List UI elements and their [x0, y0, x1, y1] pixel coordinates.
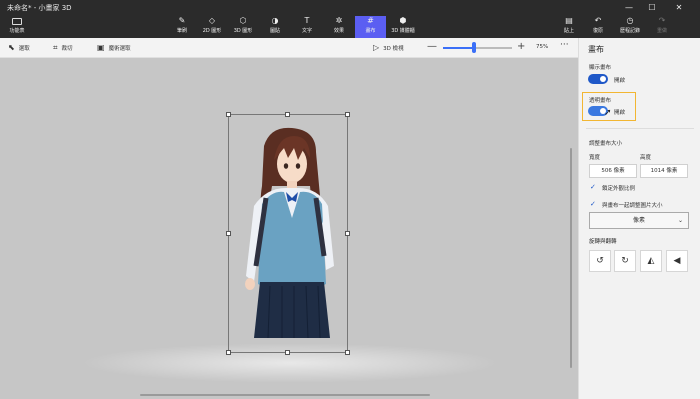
tool-3d-shapes[interactable]: ⬡ 3D 圖形 [229, 16, 257, 38]
divider [586, 128, 694, 129]
magic-select-button[interactable]: ▣ 魔術選取 [97, 43, 131, 52]
unit-select[interactable]: 像素 ⌄ [589, 212, 689, 229]
mouse-cursor-icon: ➚ [604, 108, 612, 118]
sticker-icon: ◑ [271, 16, 279, 25]
height-input[interactable]: 1014 像素 [640, 164, 688, 178]
rotate-right-icon: ↻ [621, 256, 629, 266]
resize-handle-bottom-left[interactable] [226, 350, 231, 355]
resize-handle-right[interactable] [345, 231, 350, 236]
width-label: 寬度 [589, 155, 601, 161]
selection-box[interactable] [228, 114, 348, 353]
resize-handle-bottom[interactable] [285, 350, 290, 355]
redo-icon: ↷ [658, 16, 666, 25]
flip-vertical-button[interactable]: ◀ [666, 250, 688, 272]
lock-aspect-label: 鎖定外觀比例 [602, 186, 636, 192]
zoom-percent: 75% [536, 44, 549, 50]
rotate-left-icon: ↺ [596, 256, 604, 266]
undo-icon: ↶ [594, 16, 602, 25]
chevron-down-icon: ⌄ [677, 217, 683, 224]
maximize-button[interactable]: ☐ [641, 0, 663, 14]
folder-icon [12, 18, 22, 25]
rotate-left-button[interactable]: ↺ [589, 250, 611, 272]
zoom-out-button[interactable]: — [427, 41, 437, 52]
view-3d-button[interactable]: ▷ 3D 檢視 [373, 43, 404, 52]
text-icon: T [304, 16, 310, 25]
height-label: 高度 [640, 155, 652, 161]
show-canvas-toggle[interactable] [588, 74, 608, 84]
tool-3d-library[interactable]: ⬢ 3D 媒體櫃 [386, 16, 420, 38]
transparent-canvas-state: 開啟 [614, 110, 626, 116]
close-button[interactable]: ✕ [668, 0, 690, 14]
more-options-button[interactable]: ··· [560, 40, 569, 50]
horizontal-scrollbar[interactable] [140, 394, 430, 396]
canvas-toolbar: ⬉ 選取 ⌗ 裁切 ▣ 魔術選取 ▷ 3D 檢視 — + 75% ··· [0, 38, 578, 58]
shapes-3d-icon: ⬡ [239, 16, 247, 25]
crop-icon: ⌗ [53, 43, 58, 52]
lock-aspect-checkbox[interactable]: ✓ [590, 184, 596, 191]
tool-brushes[interactable]: ✎ 筆刷 [168, 16, 196, 38]
menu-button[interactable]: 功能表 [5, 18, 29, 34]
effects-icon: ✲ [335, 16, 343, 25]
resize-handle-top-left[interactable] [226, 112, 231, 117]
vertical-scrollbar[interactable] [570, 148, 572, 368]
zoom-slider-thumb[interactable] [472, 42, 476, 53]
resize-image-label: 與畫布一起調整圖片大小 [602, 203, 663, 209]
library-3d-icon: ⬢ [399, 16, 407, 25]
history-icon: ◷ [626, 16, 634, 25]
flip-horizontal-button[interactable]: ◭ [640, 250, 662, 272]
brush-icon: ✎ [178, 16, 186, 25]
canvas-icon: # [367, 16, 374, 25]
minimize-button[interactable]: — [618, 0, 640, 14]
magic-select-icon: ▣ [97, 43, 105, 52]
window-title: 未命名* - 小畫家 3D [7, 4, 72, 12]
resize-canvas-label: 調整畫布大小 [589, 141, 623, 147]
paste-button[interactable]: ▤ 貼上 [555, 16, 583, 38]
tool-effects[interactable]: ✲ 效果 [325, 16, 353, 38]
redo-button[interactable]: ↷ 重做 [648, 16, 676, 38]
tool-canvas[interactable]: # 畫布 [355, 16, 386, 38]
flip-vertical-icon: ◀ [673, 256, 681, 266]
zoom-slider-fill [443, 47, 474, 49]
tool-stickers[interactable]: ◑ 圖貼 [261, 16, 289, 38]
tool-text[interactable]: T 文字 [293, 16, 321, 38]
undo-button[interactable]: ↶ 復原 [584, 16, 612, 38]
cursor-icon: ⬉ [8, 43, 15, 52]
select-button[interactable]: ⬉ 選取 [8, 43, 30, 52]
history-button[interactable]: ◷ 歷程記錄 [614, 16, 646, 38]
view-3d-icon: ▷ [373, 43, 380, 52]
resize-handle-top[interactable] [285, 112, 290, 117]
resize-handle-left[interactable] [226, 231, 231, 236]
flip-horizontal-icon: ◭ [647, 256, 655, 266]
shapes-2d-icon: ◇ [208, 16, 216, 25]
show-canvas-label: 顯示畫布 [589, 65, 612, 71]
title-bar: 未命名* - 小畫家 3D — ☐ ✕ 功能表 ✎ 筆刷 ◇ 2D 圖形 ⬡ 3… [0, 0, 700, 38]
tool-2d-shapes[interactable]: ◇ 2D 圖形 [198, 16, 226, 38]
crop-button[interactable]: ⌗ 裁切 [53, 43, 73, 53]
width-input[interactable]: 506 像素 [589, 164, 637, 178]
rotate-right-button[interactable]: ↻ [614, 250, 636, 272]
transparent-canvas-label: 透明畫布 [589, 98, 612, 104]
rotate-flip-label: 旋轉與翻轉 [589, 239, 617, 245]
resize-image-checkbox[interactable]: ✓ [590, 201, 596, 208]
show-canvas-state: 開啟 [614, 78, 626, 84]
canvas-area[interactable] [0, 58, 578, 399]
zoom-in-button[interactable]: + [517, 41, 525, 52]
resize-handle-top-right[interactable] [345, 112, 350, 117]
paste-icon: ▤ [565, 16, 573, 25]
panel-title: 畫布 [588, 45, 604, 54]
resize-handle-bottom-right[interactable] [345, 350, 350, 355]
